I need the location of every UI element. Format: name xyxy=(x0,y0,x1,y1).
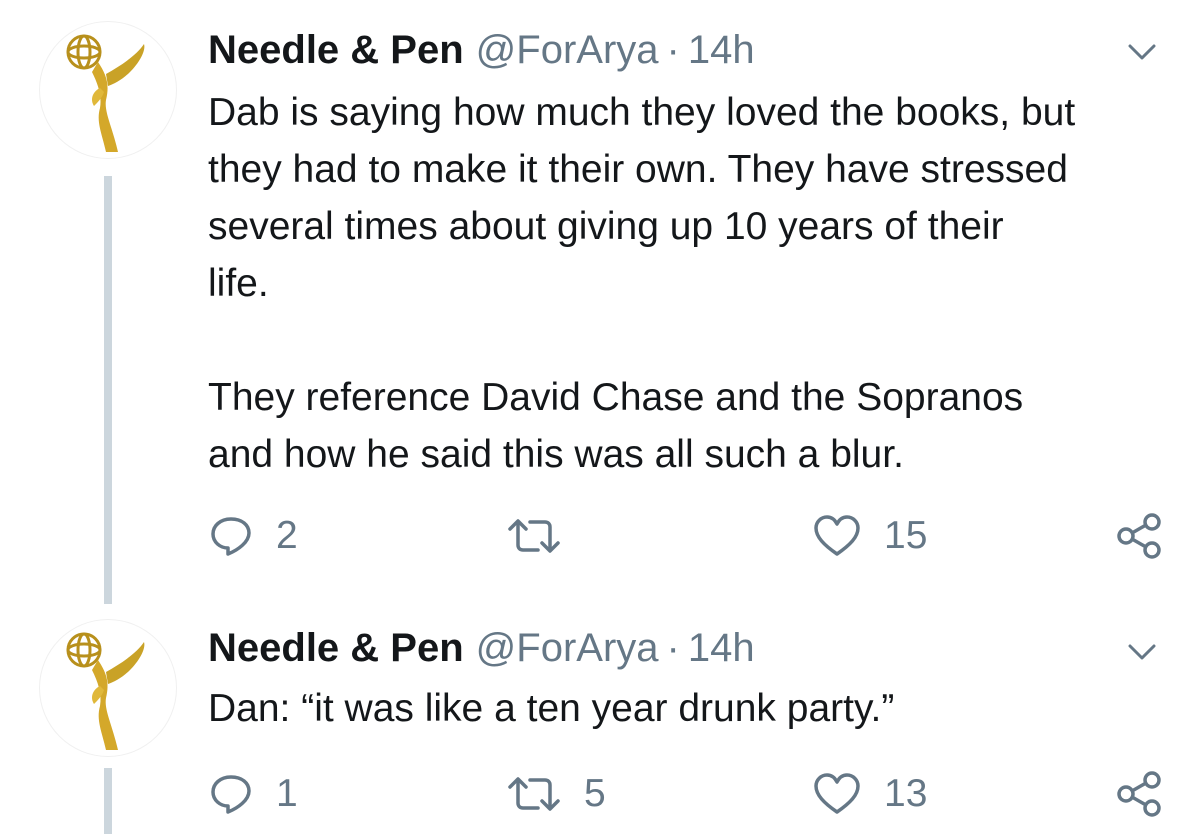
emmy-statuette-icon xyxy=(66,34,145,152)
tweet-text-line: they had to make it their own. They have… xyxy=(208,148,1068,191)
thread-line xyxy=(104,176,112,604)
tweet-text-line: several times about giving up 10 years o… xyxy=(208,205,1004,248)
chevron-down-icon xyxy=(1128,644,1156,660)
chevron-down-icon xyxy=(1128,44,1156,60)
share-button[interactable] xyxy=(1114,766,1164,822)
like-button[interactable]: 13 xyxy=(812,766,927,822)
tweet-text-line: life. xyxy=(208,262,269,305)
display-name[interactable]: Needle & Pen xyxy=(208,626,464,670)
tweet-text-line: Dab is saying how much they loved the bo… xyxy=(208,91,1076,134)
reply-icon xyxy=(211,517,251,556)
like-button[interactable]: 15 xyxy=(812,508,927,564)
separator-dot: · xyxy=(666,626,680,670)
reply-count: 2 xyxy=(276,514,298,557)
tweet-header: Needle & Pen @ForArya · 14h xyxy=(208,620,755,676)
heart-icon xyxy=(814,773,860,814)
tweet-actions: 1 5 13 xyxy=(208,766,1178,822)
timestamp[interactable]: 14h xyxy=(688,28,755,72)
retweet-icon xyxy=(508,777,560,811)
reply-button[interactable]: 1 xyxy=(208,766,298,822)
retweet-button[interactable]: 5 xyxy=(506,766,606,822)
tweet-actions: 2 15 xyxy=(208,508,1178,564)
display-name[interactable]: Needle & Pen xyxy=(208,28,464,72)
tweet-text: Dan: “it was like a ten year drunk party… xyxy=(208,680,1178,737)
share-button[interactable] xyxy=(1114,508,1164,564)
separator-dot: · xyxy=(666,28,680,72)
retweet-button[interactable] xyxy=(506,508,584,564)
share-icon xyxy=(1117,771,1161,817)
emmy-statuette-icon xyxy=(66,632,145,750)
thread-line xyxy=(104,768,112,834)
tweet[interactable]: Needle & Pen @ForArya · 14h Dab is saying h… xyxy=(0,0,1200,610)
tweet-menu-button[interactable] xyxy=(1124,34,1160,70)
handle[interactable]: @ForArya xyxy=(476,626,659,670)
tweet-text: Dab is saying how much they loved the bo… xyxy=(208,84,1178,483)
tweet-header: Needle & Pen @ForArya · 14h xyxy=(208,22,755,78)
tweet-text-line: They reference David Chase and the Sopra… xyxy=(208,376,1024,419)
tweet-text-line: and how he said this was all such a blur… xyxy=(208,433,904,476)
tweet[interactable]: Needle & Pen @ForArya · 14h Dan: “it was li… xyxy=(0,610,1200,834)
handle[interactable]: @ForArya xyxy=(476,28,659,72)
share-icon xyxy=(1117,513,1161,559)
tweet-menu-button[interactable] xyxy=(1124,634,1160,670)
like-count: 13 xyxy=(884,772,928,815)
like-count: 15 xyxy=(884,514,928,557)
retweet-count: 5 xyxy=(584,772,606,815)
reply-icon xyxy=(211,775,251,814)
reply-count: 1 xyxy=(276,772,298,815)
heart-icon xyxy=(814,515,860,556)
avatar[interactable] xyxy=(40,620,176,756)
avatar[interactable] xyxy=(40,22,176,158)
reply-button[interactable]: 2 xyxy=(208,508,298,564)
retweet-icon xyxy=(508,519,560,553)
timestamp[interactable]: 14h xyxy=(688,626,755,670)
tweet-text-line: Dan: “it was like a ten year drunk party… xyxy=(208,687,895,730)
